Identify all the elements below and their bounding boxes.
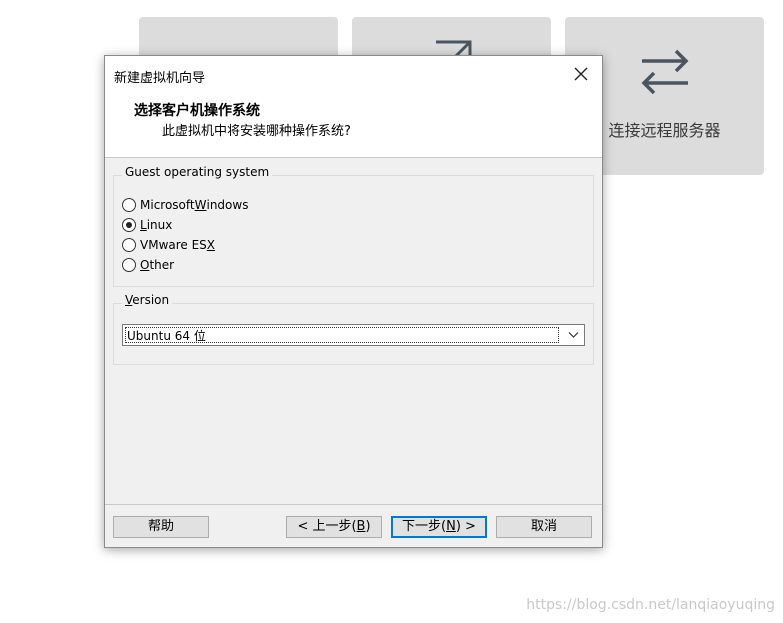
guest-os-group-label: Guest operating system: [122, 165, 273, 179]
radio-button[interactable]: [122, 258, 136, 272]
version-group-label: Version: [122, 293, 173, 307]
new-vm-wizard-dialog: 新建虚拟机向导 选择客户机操作系统 此虚拟机中将安装哪种操作系统? Guest …: [104, 55, 603, 548]
guest-os-group: Guest operating system Microsoft Windows…: [113, 165, 594, 287]
cancel-button[interactable]: 取消: [496, 516, 592, 538]
radio-vmware-esx[interactable]: VMware ES X: [122, 236, 215, 254]
help-button[interactable]: 帮助: [113, 516, 209, 538]
dialog-title: 新建虚拟机向导: [114, 71, 206, 86]
radio-button-selected[interactable]: [122, 218, 136, 232]
close-icon[interactable]: [572, 65, 590, 83]
version-select[interactable]: Ubuntu 64 位: [122, 324, 585, 346]
watermark: https://blog.csdn.net/lanqiaoyuqing: [526, 597, 775, 613]
back-button[interactable]: < 上一步(B): [286, 516, 382, 538]
header-subtitle: 此虚拟机中将安装哪种操作系统?: [162, 124, 351, 139]
radio-button[interactable]: [122, 198, 136, 212]
radio-button[interactable]: [122, 238, 136, 252]
version-group: Version Ubuntu 64 位: [113, 293, 594, 365]
radio-linux[interactable]: Linux: [122, 216, 172, 234]
radio-microsoft-windows[interactable]: Microsoft Windows: [122, 196, 248, 214]
version-select-value: Ubuntu 64 位: [125, 327, 559, 343]
header-title: 选择客户机操作系统: [134, 103, 260, 119]
swap-arrows-icon: [641, 49, 688, 95]
dialog-footer-divider: [105, 504, 602, 505]
radio-other[interactable]: Other: [122, 256, 174, 274]
chevron-down-icon[interactable]: [568, 331, 579, 339]
next-button[interactable]: 下一步(N) >: [391, 516, 487, 538]
dialog-header: 新建虚拟机向导 选择客户机操作系统 此虚拟机中将安装哪种操作系统?: [105, 56, 602, 158]
